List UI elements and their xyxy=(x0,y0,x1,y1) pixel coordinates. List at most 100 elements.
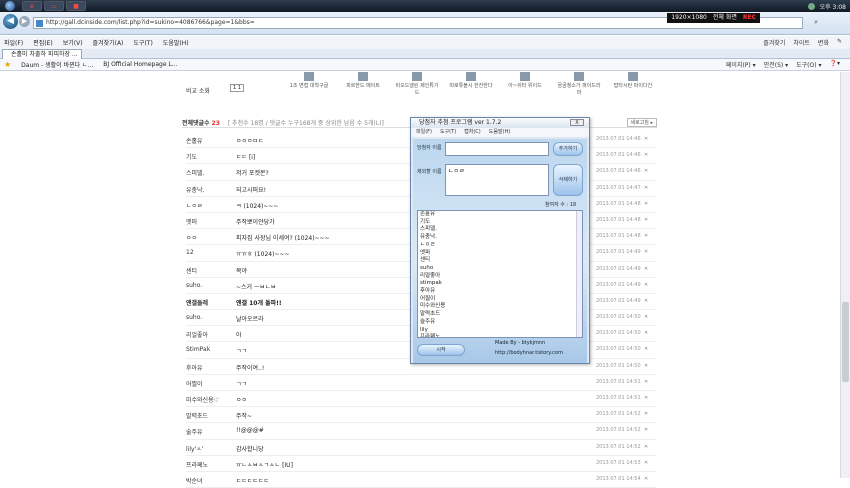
delete-comment-icon[interactable]: ✕ xyxy=(644,395,648,401)
page-scrollbar[interactable] xyxy=(840,72,850,478)
related-item[interactable]: 피르한드 메이트 xyxy=(340,72,386,98)
delete-comment-icon[interactable]: ✕ xyxy=(644,379,648,385)
menu-view[interactable]: 보기(V) xyxy=(63,38,83,47)
delete-comment-icon[interactable]: ✕ xyxy=(644,201,648,207)
search-icon[interactable]: ⌕ xyxy=(814,18,818,27)
participant-item[interactable]: 엣퍼 xyxy=(420,250,582,258)
related-item[interactable]: 곰곰청소가 파이드라마 xyxy=(556,72,602,98)
comment-nick[interactable]: lily'ㅅ' xyxy=(186,444,234,453)
safety-menu[interactable]: 안전(S) ▾ xyxy=(764,60,788,69)
comment-nick[interactable]: 프라페노 xyxy=(186,460,234,469)
participant-item[interactable]: 술주유 xyxy=(420,319,582,327)
rec-button[interactable]: REC xyxy=(743,13,756,23)
participant-item[interactable]: 프라페노 xyxy=(420,334,582,337)
dialog-menu-help[interactable]: 도움말(H) xyxy=(489,128,510,137)
comment-nick[interactable]: 센티 xyxy=(186,266,234,275)
remove-button[interactable]: 삭제하기 xyxy=(553,164,583,196)
participant-item[interactable]: 말력초드 xyxy=(420,311,582,319)
exclude-name-input[interactable]: ㄴㅇㄹ xyxy=(445,164,549,196)
comment-nick[interactable]: 엣퍼 xyxy=(186,217,234,226)
participant-item[interactable]: lily xyxy=(420,327,582,335)
add-button[interactable]: 추가하기 xyxy=(553,142,583,156)
comment-nick[interactable]: 앤갤들레 xyxy=(186,298,234,307)
participant-item[interactable]: suho xyxy=(420,265,582,273)
fav-link-daum[interactable]: Daum - 생활이 바뀐다 ㄴ... xyxy=(21,60,93,69)
recorder-resolution[interactable]: 1920×1080 xyxy=(671,13,707,23)
delete-comment-icon[interactable]: ✕ xyxy=(644,249,648,255)
winner-name-input[interactable] xyxy=(445,142,549,156)
menu-favorites[interactable]: 즐겨찾기(A) xyxy=(93,38,124,47)
taskbar-ie-icon[interactable]: e xyxy=(22,1,42,11)
menu-edit[interactable]: 편집(E) xyxy=(33,38,53,47)
credit-url[interactable]: http://bodyhnar.tistory.com xyxy=(495,350,563,356)
delete-comment-icon[interactable]: ✕ xyxy=(644,346,648,352)
dialog-titlebar[interactable]: 당첨자 추첨 프로그램 ver 1.7.2 X xyxy=(411,118,589,128)
dialog-close-button[interactable]: X xyxy=(570,119,584,126)
delete-comment-icon[interactable]: ✕ xyxy=(644,444,648,450)
delete-comment-icon[interactable]: ✕ xyxy=(644,282,648,288)
menu-file[interactable]: 파일(F) xyxy=(4,38,23,47)
back-button[interactable]: ◀ xyxy=(3,14,18,29)
delete-comment-icon[interactable]: ✕ xyxy=(644,330,648,336)
recorder-region[interactable]: 전체 화면 xyxy=(713,13,737,23)
participant-item[interactable]: 센티 xyxy=(420,257,582,265)
favorites-star-icon[interactable]: ★ xyxy=(4,60,11,69)
toolbar-favorites[interactable]: 즐겨찾기 xyxy=(763,38,785,47)
scrollbar-thumb[interactable] xyxy=(842,302,849,382)
related-item[interactable]: 따로튜블시 한잔한다 xyxy=(448,72,494,98)
comment-nick[interactable]: StimPak xyxy=(186,346,234,353)
comment-nick[interactable]: 박순녀 xyxy=(186,476,234,485)
forward-button[interactable]: ▶ xyxy=(19,16,30,27)
tab-gallery[interactable]: 손홀미 차출하 피피하장 ... xyxy=(2,49,82,59)
participant-item[interactable]: 스피델. xyxy=(420,226,582,234)
menu-tools[interactable]: 도구(T) xyxy=(133,38,152,47)
delete-comment-icon[interactable]: ✕ xyxy=(644,152,648,158)
fav-link-bj[interactable]: BJ Official Homepage L... xyxy=(103,61,177,68)
participant-item[interactable]: 기도 xyxy=(420,219,582,227)
comment-nick[interactable]: 후아유 xyxy=(186,363,234,372)
participant-item[interactable]: 손홀유 xyxy=(420,211,582,219)
participant-item[interactable]: stimpak xyxy=(420,280,582,288)
delete-comment-icon[interactable]: ✕ xyxy=(644,266,648,272)
compare-check[interactable]: 1 1 xyxy=(230,84,244,92)
dialog-menu-capture[interactable]: 캡처(C) xyxy=(464,128,481,137)
delete-comment-icon[interactable]: ✕ xyxy=(644,168,648,174)
tray-icon[interactable] xyxy=(807,2,815,10)
related-item[interactable]: 아~쉬타 위이드 xyxy=(502,72,548,98)
start-button[interactable] xyxy=(0,0,20,12)
delete-comment-icon[interactable]: ✕ xyxy=(644,411,648,417)
comment-nick[interactable]: ㅇㅇ xyxy=(186,233,234,242)
comment-nick[interactable]: 술주유 xyxy=(186,427,234,436)
refresh-button[interactable]: 새로고침 ▸ xyxy=(626,118,657,127)
participant-item[interactable]: 미수와신용 xyxy=(420,303,582,311)
comment-nick[interactable]: 유충낙. xyxy=(186,185,234,194)
delete-comment-icon[interactable]: ✕ xyxy=(644,314,648,320)
delete-comment-icon[interactable]: ✕ xyxy=(644,476,648,482)
taskbar-folder-icon[interactable]: ▭ xyxy=(44,1,64,11)
comment-nick[interactable]: 어찔이 xyxy=(186,379,234,388)
comment-nick[interactable]: 미수와신용♡ xyxy=(186,395,234,404)
taskbar-app-icon[interactable]: ■ xyxy=(66,1,86,11)
delete-comment-icon[interactable]: ✕ xyxy=(644,233,648,239)
delete-comment-icon[interactable]: ✕ xyxy=(644,136,648,142)
delete-comment-icon[interactable]: ✕ xyxy=(644,298,648,304)
participant-item[interactable]: ㄴㅇㄹ xyxy=(420,242,582,250)
comment-nick[interactable]: ㄴㅇㄹ xyxy=(186,201,234,210)
comment-nick[interactable]: 손홀유 xyxy=(186,136,234,145)
start-button[interactable]: 시작 xyxy=(417,344,465,356)
clock[interactable]: 오후 3:08 xyxy=(820,2,846,11)
page-menu[interactable]: 페이지(P) ▾ xyxy=(726,60,756,69)
toolbar-chart[interactable]: 차이트 xyxy=(793,38,810,47)
list-scrollbar[interactable] xyxy=(576,211,582,337)
dialog-menu-tools[interactable]: 도구(T) xyxy=(440,128,456,137)
delete-comment-icon[interactable]: ✕ xyxy=(644,460,648,466)
comment-nick[interactable]: 리얼좋아 xyxy=(186,330,234,339)
delete-comment-icon[interactable]: ✕ xyxy=(644,217,648,223)
comment-nick[interactable]: suho. xyxy=(186,314,234,321)
participant-item[interactable]: 후아유 xyxy=(420,288,582,296)
delete-comment-icon[interactable]: ✕ xyxy=(644,185,648,191)
comment-nick[interactable]: 12 xyxy=(186,249,234,256)
related-item[interactable]: 밥타시탄 파이다간 xyxy=(610,72,656,98)
tools-menu[interactable]: 도구(O) ▾ xyxy=(796,60,821,69)
comment-nick[interactable]: 말력초드 xyxy=(186,411,234,420)
